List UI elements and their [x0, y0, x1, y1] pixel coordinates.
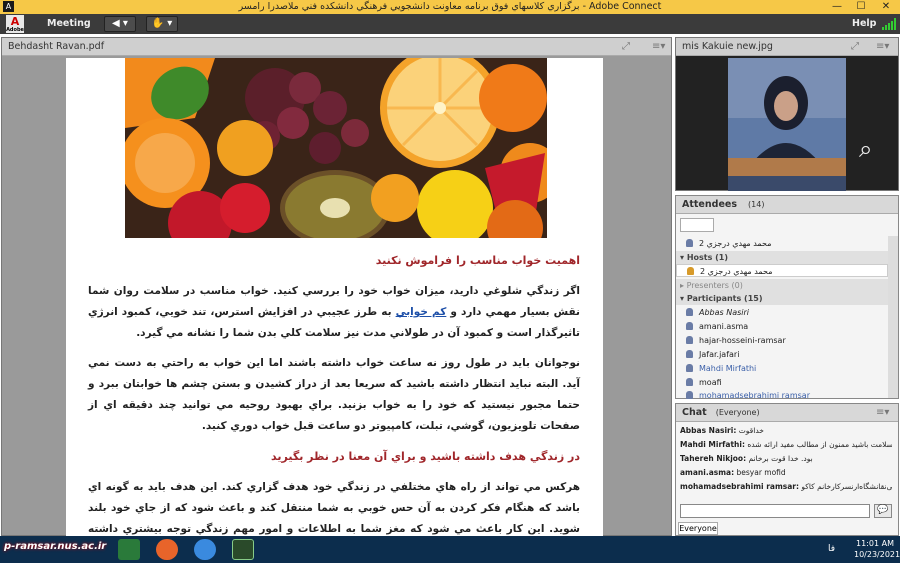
pdf-paragraph-3: هركس مي تواند از راه هاي مختلفي در زندگي…: [88, 481, 580, 535]
attendees-view-toggle[interactable]: [680, 218, 714, 232]
participant-row[interactable]: Mahdi Mirfathi: [676, 362, 888, 375]
chat-pod-header: Chat (Everyone) ≡▾: [676, 404, 898, 422]
chat-message: amani.asma: besyar mofid: [680, 468, 786, 477]
camera-pod-header: mis Kakuie new.jpg ⤢ ≡▾: [676, 38, 898, 56]
language-indicator[interactable]: فا: [828, 544, 835, 554]
meeting-menu-bar: A Adobe Meeting ◀ ▾ ✋ ▾ Help: [0, 14, 900, 34]
chat-tab-everyone[interactable]: Everyone: [678, 522, 718, 535]
adobe-logo-icon: A Adobe: [6, 15, 24, 33]
share-pod: Behdasht Ravan.pdf ⤢ ≡▾ اهميت خواب مناسب…: [1, 37, 672, 536]
presenter-photo: [728, 58, 846, 191]
pod-menu-icon[interactable]: ≡▾: [876, 404, 889, 422]
window-title-bar: A برگزاري كلاسهاي فوق برنامه معاونت دانش…: [0, 0, 900, 14]
windows-taskbar: p-ramsar.nus.ac.ir فا 11:01 AM 10/23/202…: [0, 536, 900, 563]
chat-pod: Chat (Everyone) ≡▾ Abbas Nasiri: خداقوت …: [675, 403, 899, 536]
attendees-pod-header: Attendees (14): [676, 196, 898, 214]
share-pod-title: Behdasht Ravan.pdf: [8, 41, 105, 52]
pdf-heading-sleep: اهميت خواب مناسب را فراموش نكنيد: [375, 254, 580, 267]
pod-menu-icon[interactable]: ≡▾: [652, 38, 665, 56]
pdf-paragraph-1: اگر زندگي شلوغي داريد، ميزان خواب خود را…: [88, 285, 580, 339]
camera-pod-title: mis Kakuie new.jpg: [682, 41, 773, 52]
connection-status-icon: [882, 18, 898, 30]
window-title: برگزاري كلاسهاي فوق برنامه معاونت دانشجو…: [238, 1, 662, 12]
send-bubble-icon[interactable]: 💬: [874, 504, 892, 518]
speaker-icon: ◀: [112, 18, 120, 29]
attendees-scrollbar[interactable]: [888, 236, 898, 398]
participant-row[interactable]: amani.asma: [676, 320, 888, 333]
minimize-button[interactable]: —: [826, 0, 848, 14]
participants-section[interactable]: ▾ Participants (15): [676, 292, 888, 305]
watermark: p-ramsar.nus.ac.ir: [4, 541, 107, 552]
pdf-heading-goal: در زندگي هدف داشته باشيد و براي آن معنا …: [271, 450, 580, 463]
firefox-taskbar-icon[interactable]: [156, 539, 178, 560]
chat-input[interactable]: [680, 504, 870, 518]
meeting-menu[interactable]: Meeting: [47, 18, 91, 29]
chrome-taskbar-icon[interactable]: [194, 539, 216, 560]
camera-pod: mis Kakuie new.jpg ⤢ ≡▾ ⌕: [675, 37, 899, 191]
participant-row[interactable]: moafi: [676, 376, 888, 389]
host-row[interactable]: محمد مهدي درجزي 2: [676, 264, 888, 277]
participant-row[interactable]: Jafar.jafari: [676, 348, 888, 361]
adobe-connect-taskbar-icon[interactable]: [232, 539, 254, 560]
pdf-text: اهميت خواب مناسب را فراموش نكنيد اگر زند…: [88, 248, 580, 536]
fullscreen-icon[interactable]: ⤢: [622, 38, 630, 56]
attendees-pod: Attendees (14) محمد مهدي درجزي 2 ▾ Hosts…: [675, 195, 899, 402]
speaker-button[interactable]: ◀ ▾: [104, 16, 136, 32]
raise-hand-button[interactable]: ✋ ▾: [146, 16, 178, 32]
chat-message: Tahereh Nikjoo: بود. خدا قوت برخانم: [680, 454, 813, 463]
maximize-button[interactable]: ☐: [850, 0, 872, 14]
magnifier-icon[interactable]: ⌕: [859, 135, 872, 163]
pdf-link[interactable]: كم خوابي: [396, 306, 447, 318]
fullscreen-icon[interactable]: ⤢: [851, 38, 859, 56]
presenters-section[interactable]: ▸ Presenters (0): [676, 279, 888, 292]
hand-raise-icon: ✋: [151, 18, 165, 29]
pod-menu-icon[interactable]: ≡▾: [876, 38, 889, 56]
fruit-photo: [125, 58, 547, 238]
close-button[interactable]: ✕: [875, 0, 897, 14]
participant-row[interactable]: Abbas Nasiri: [676, 306, 888, 319]
chat-message: mohamadsebrahimi ramsar: دوسفته نداش بی‌…: [680, 482, 892, 491]
chat-message: Mahdi Mirfathi: سلامت باشید ممنون از مطا…: [680, 440, 892, 449]
participant-row[interactable]: mohamadsebrahimi ramsar: [676, 389, 888, 402]
excel-taskbar-icon[interactable]: [118, 539, 140, 560]
chat-message: Abbas Nasiri: خداقوت: [680, 426, 764, 435]
pdf-paragraph-2: نوجوانان بايد در طول روز نه ساعت خواب دا…: [88, 357, 580, 432]
clock-date[interactable]: 10/23/2021: [854, 550, 900, 559]
help-menu[interactable]: Help: [852, 18, 876, 29]
current-user-row: محمد مهدي درجزي 2: [676, 237, 888, 250]
share-pod-header: Behdasht Ravan.pdf ⤢ ≡▾: [2, 38, 671, 56]
clock-time[interactable]: 11:01 AM: [856, 539, 894, 548]
pdf-page: اهميت خواب مناسب را فراموش نكنيد اگر زند…: [66, 58, 603, 536]
hosts-section[interactable]: ▾ Hosts (1): [676, 251, 888, 264]
participant-row[interactable]: hajar-hosseini-ramsar: [676, 334, 888, 347]
